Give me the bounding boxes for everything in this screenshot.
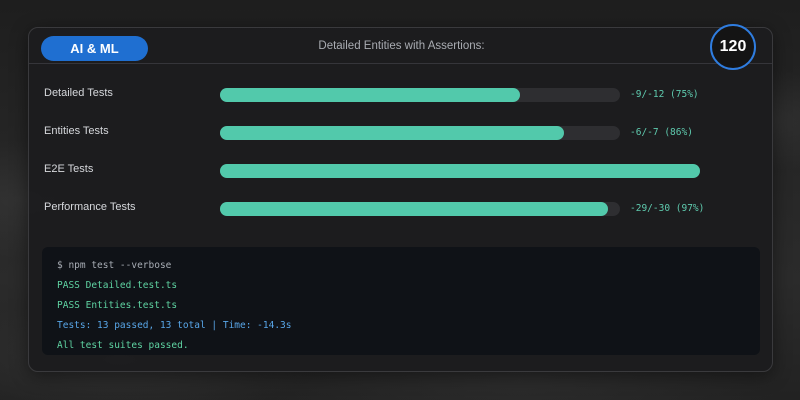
test-row-value: -9/-12 (75%) [630,89,699,100]
test-results-card: AI & ML Detailed Entities with Assertion… [28,24,773,372]
card-header: AI & ML Detailed Entities with Assertion… [29,28,772,64]
progress-fill [220,202,608,216]
terminal-output: $ npm test --verbose PASS Detailed.test.… [42,247,760,355]
terminal-line: Tests: 13 passed, 13 total | Time: -14.3… [57,320,292,331]
test-row-label: Entities Tests [44,125,109,137]
test-row-e2e: E2E Tests [29,161,772,181]
progress-track [220,88,620,102]
test-row-label: Detailed Tests [44,87,113,99]
progress-track [220,164,700,178]
test-row-detailed: Detailed Tests -9/-12 (75%) [29,85,772,105]
test-row-entities: Entities Tests -6/-7 (86%) [29,123,772,143]
test-row-label: E2E Tests [44,163,94,175]
test-row-value: -29/-30 (97%) [630,203,705,214]
progress-fill [220,164,700,178]
terminal-line: PASS Detailed.test.ts [57,280,178,291]
category-tag-button[interactable]: AI & ML [41,36,148,61]
progress-track [220,202,620,216]
test-row-value: -6/-7 (86%) [630,127,693,138]
score-badge: 120 [710,24,756,70]
terminal-line: All test suites passed. [57,340,189,351]
progress-fill [220,126,564,140]
card-title: Detailed Entities with Assertions: [318,40,485,52]
test-row-performance: Performance Tests -29/-30 (97%) [29,199,772,219]
terminal-line: PASS Entities.test.ts [57,300,178,311]
progress-fill [220,88,520,102]
test-row-label: Performance Tests [44,201,136,213]
progress-track [220,126,620,140]
terminal-command: $ npm test --verbose [57,260,172,271]
